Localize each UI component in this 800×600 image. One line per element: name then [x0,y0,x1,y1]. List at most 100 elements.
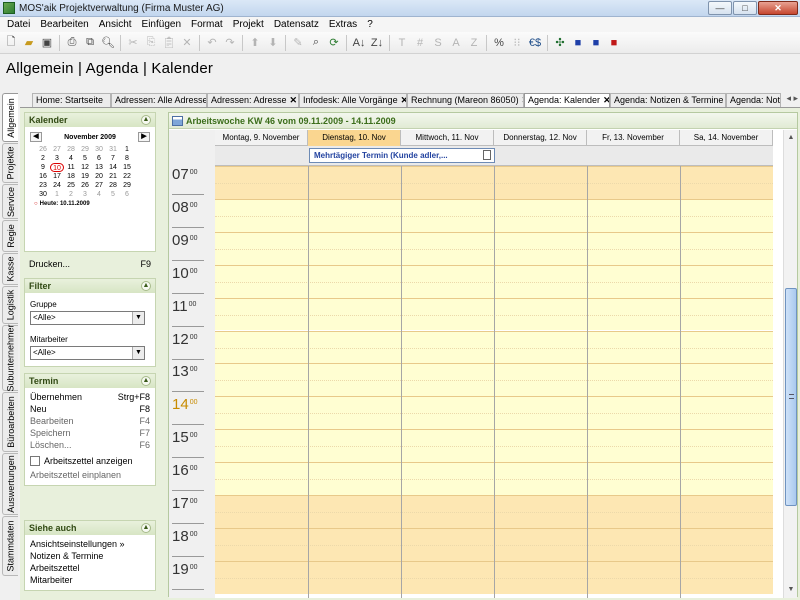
scroll-thumb[interactable] [785,288,797,506]
arrow-up-icon[interactable]: ⬆ [246,34,264,52]
tab-close-icon[interactable]: ✕ [290,95,298,105]
cut-icon[interactable]: ✂ [124,34,142,52]
action-neu[interactable]: Neu F8 [30,403,150,415]
siehe-auch-header[interactable]: Siehe auch ▲ [25,521,155,535]
user-group-icon[interactable]: ■ [587,34,605,52]
day-header[interactable]: Dienstag, 10. Nov [308,130,401,146]
calendar-day[interactable]: 1 [50,190,64,199]
action-speichern[interactable]: Speichern F7 [30,427,150,439]
copy-print-icon[interactable]: ⧉ [81,34,99,52]
close-button[interactable]: ✕ [758,1,798,15]
calendar-day[interactable]: 8 [120,154,134,163]
calendar-day[interactable]: 14 [106,163,120,172]
calendar-day[interactable]: 4 [64,154,78,163]
time-slots[interactable] [215,166,773,598]
link-ansichtseinstellungen[interactable]: Ansichtseinstellungen » [30,538,150,550]
tab-agenda-notizen[interactable]: Agenda: Notizen & Termine✕ [610,93,726,107]
delete-icon[interactable]: ✕ [178,34,196,52]
group-select[interactable]: <Alle> ▼ [30,311,145,325]
vtab-logistik[interactable]: Logistik [2,286,18,324]
tab-adressen-alle[interactable]: Adressen: Alle Adressen [111,93,207,107]
vtab-subunternehmer[interactable]: Subunternehmer [2,324,18,392]
day-header[interactable]: Mittwoch, 11. Nov [401,130,494,146]
menu-ansicht[interactable]: Ansicht [94,19,137,30]
scroll-up-icon[interactable]: ▲ [785,132,797,144]
paste-icon[interactable]: 📋︎ [160,34,178,52]
chevron-down-icon[interactable]: ▼ [132,347,144,359]
minimize-button[interactable]: — [708,1,732,15]
calendar-day[interactable]: 9 [36,163,50,172]
calendar-day[interactable]: 23 [36,181,50,190]
copy-icon[interactable]: ⎘ [142,34,160,52]
arrow-down-icon[interactable]: ⬇ [264,34,282,52]
filter-panel-header[interactable]: Filter ▲ [25,279,155,293]
calendar-day[interactable]: 2 [36,154,50,163]
new-document-icon[interactable]: 🗋 [2,34,20,52]
menu-help[interactable]: ? [362,19,378,30]
tab-adressen-adresse[interactable]: Adressen: Adresse ✕ [207,93,299,107]
link-mitarbeiter[interactable]: Mitarbeiter [30,574,150,586]
allday-row[interactable]: Mehrtägiger Termin (Kunde adler,... [215,146,773,166]
calendar-day[interactable]: 27 [50,145,64,154]
day-header[interactable]: Sa, 14. November [680,130,773,146]
calendar-day[interactable]: 1 [120,145,134,154]
arbeitszettel-checkbox-row[interactable]: Arbeitszettel anzeigen [30,456,150,466]
save-icon[interactable]: ▣ [38,34,56,52]
undo-icon[interactable]: ↶ [203,34,221,52]
menu-bearbeiten[interactable]: Bearbeiten [35,19,93,30]
action-loeschen[interactable]: Löschen... F6 [30,439,150,451]
vtab-regie[interactable]: Regie [2,220,18,252]
calendar-day[interactable]: 25 [64,181,78,190]
collapse-icon[interactable]: ▲ [141,376,151,386]
print-link[interactable]: Drucken... F9 [29,258,151,270]
calendar-day[interactable]: 18 [64,172,78,181]
scroll-down-icon[interactable]: ▼ [785,584,797,596]
menu-datei[interactable]: Datei [2,19,35,30]
calendar-day[interactable]: 13 [92,163,106,172]
vtab-bueroarbeiten[interactable]: Büroarbeiten [2,392,18,452]
tab-agenda-kalender[interactable]: Agenda: Kalender ✕ [524,93,610,108]
tab-agenda-notiz[interactable]: Agenda: Notiz [726,93,781,107]
format-z-button[interactable]: Z [465,34,483,52]
calendar-day[interactable]: 30 [92,145,106,154]
percent-button[interactable]: % [490,34,508,52]
refresh-icon[interactable]: ⟳ [325,34,343,52]
tab-scroll-arrows[interactable]: ◂ ▸ [786,93,798,104]
menu-datensatz[interactable]: Datensatz [269,19,324,30]
edit-pencil-icon[interactable]: ✎ [289,34,307,52]
calendar-day[interactable]: 5 [78,154,92,163]
calendar-day[interactable]: 11 [64,163,78,172]
format-t-button[interactable]: T [393,34,411,52]
vtab-allgemein[interactable]: Allgemein [2,93,18,142]
currency-button[interactable]: €$ [526,34,544,52]
sort-ascending-icon[interactable]: A↓ [350,34,368,52]
user-blue-icon[interactable]: ■ [569,34,587,52]
collapse-icon[interactable]: ▲ [141,281,151,291]
chevron-down-icon[interactable]: ▼ [132,312,144,324]
calendar-day[interactable]: 3 [78,190,92,199]
calendar-day[interactable]: 21 [106,172,120,181]
format-s-button[interactable]: S [429,34,447,52]
vtab-projekte[interactable]: Projekte [2,143,18,183]
action-uebernehmen[interactable]: Übernehmen Strg+F8 [30,391,150,403]
network-icon[interactable]: ✣ [551,34,569,52]
arbeitszettel-einplanen-link[interactable]: Arbeitszettel einplanen [30,469,150,481]
day-header[interactable]: Montag, 9. November [215,130,308,146]
calendar-day[interactable]: 17 [50,172,64,181]
collapse-icon[interactable]: ▲ [141,115,151,125]
termin-panel-header[interactable]: Termin ▲ [25,374,155,388]
calendar-day[interactable]: 30 [36,190,50,199]
link-notizen-termine[interactable]: Notizen & Termine [30,550,150,562]
calendar-day[interactable]: 6 [92,154,106,163]
maximize-button[interactable]: □ [733,1,757,15]
calendar-day[interactable]: 28 [64,145,78,154]
vtab-service[interactable]: Service [2,184,18,219]
calendar-day[interactable]: 24 [50,181,64,190]
day-header[interactable]: Donnerstag, 12. Nov [494,130,587,146]
redo-icon[interactable]: ↷ [221,34,239,52]
tab-home[interactable]: Home: Startseite [32,93,111,107]
calendar-day[interactable]: 15 [120,163,134,172]
calendar-day[interactable]: 5 [106,190,120,199]
prev-month-button[interactable]: ◀ [30,132,42,142]
calendar-day[interactable]: 7 [106,154,120,163]
